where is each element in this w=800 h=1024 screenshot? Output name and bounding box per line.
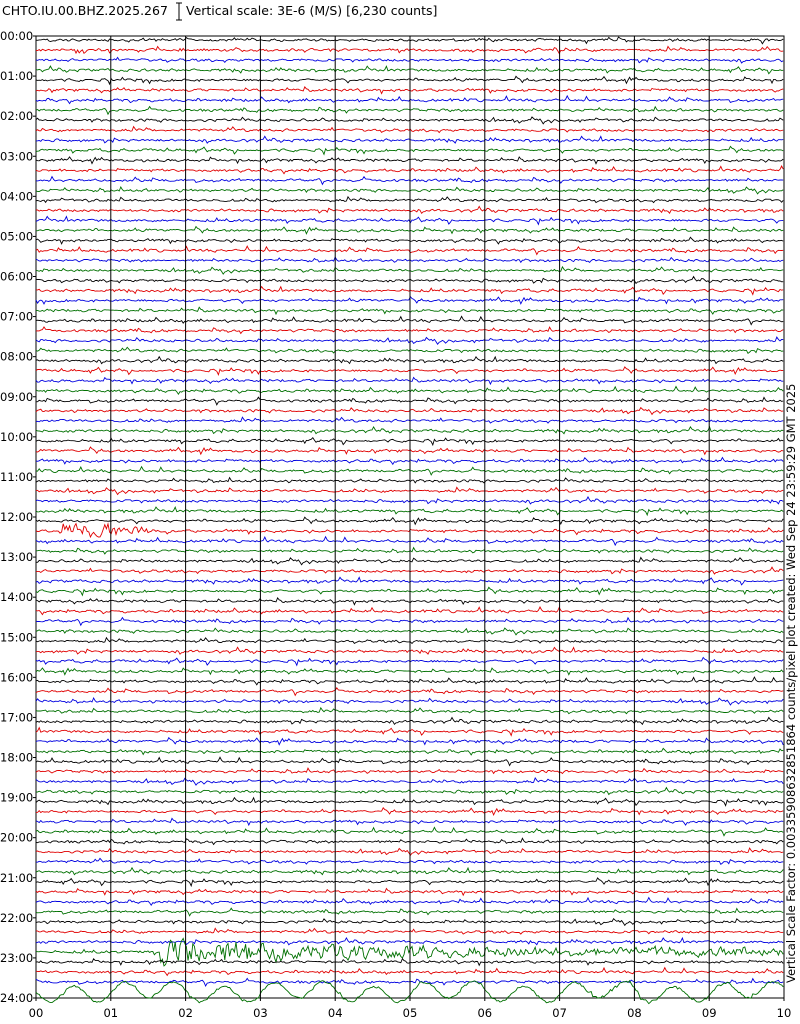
hour-label-18: 18:00 — [0, 751, 33, 765]
hour-label-1: 01:00 — [0, 69, 33, 83]
hour-label-14: 14:00 — [0, 590, 33, 604]
hour-label-7: 07:00 — [0, 310, 33, 324]
hour-label-16: 16:00 — [0, 670, 33, 684]
vertical-scale-label: Vertical scale: 3E-6 (M/S) [6,230 counts… — [186, 3, 437, 18]
minute-label-02: 02 — [178, 1006, 193, 1020]
hour-label-21: 21:00 — [0, 871, 33, 885]
hour-label-19: 19:00 — [0, 791, 33, 805]
hour-label-20: 20:00 — [0, 831, 33, 845]
hour-label-13: 13:00 — [0, 550, 33, 564]
minute-label-01: 01 — [103, 1006, 118, 1020]
hour-axis: 00:00 01:00 02:00 03:00 04:00 05:00 06:00 07:00… — [0, 29, 36, 1005]
minute-label-05: 05 — [403, 1006, 418, 1020]
hour-label-23: 23:00 — [0, 951, 33, 965]
minute-label-04: 04 — [328, 1006, 343, 1020]
minute-label-10: 10 — [777, 1006, 792, 1020]
hour-label-2: 02:00 — [0, 109, 33, 123]
minute-axis: 00 01 02 03 04 05 06 07 08 09 10 — [29, 998, 792, 1020]
minute-label-06: 06 — [477, 1006, 492, 1020]
hour-label-6: 06:00 — [0, 270, 33, 284]
helicorder-plot: CHTO.IU.00.BHZ.2025.267 Vertical scale: … — [0, 2, 798, 1020]
minute-label-00: 00 — [29, 1006, 44, 1020]
hour-label-0: 00:00 — [0, 29, 33, 43]
minute-label-07: 07 — [552, 1006, 567, 1020]
hour-label-5: 05:00 — [0, 229, 33, 243]
hour-label-9: 09:00 — [0, 390, 33, 404]
hour-label-24: 24:00 — [0, 991, 33, 1005]
hour-label-12: 12:00 — [0, 510, 33, 524]
hour-label-10: 10:00 — [0, 430, 33, 444]
hour-label-11: 11:00 — [0, 470, 33, 484]
minute-label-03: 03 — [253, 1006, 268, 1020]
minute-gridlines — [110, 36, 710, 998]
hour-label-17: 17:00 — [0, 710, 33, 724]
minute-label-08: 08 — [627, 1006, 642, 1020]
hour-label-8: 08:00 — [0, 350, 33, 364]
vertical-scale-factor-note: Vertical Scale Factor: 0.003359086328518… — [784, 384, 798, 983]
scale-bar-icon — [176, 2, 182, 21]
hour-label-15: 15:00 — [0, 630, 33, 644]
minute-label-09: 09 — [702, 1006, 717, 1020]
station-title: CHTO.IU.00.BHZ.2025.267 — [2, 3, 168, 18]
hour-label-3: 03:00 — [0, 149, 33, 163]
hour-label-22: 22:00 — [0, 911, 33, 925]
hour-label-4: 04:00 — [0, 189, 33, 203]
